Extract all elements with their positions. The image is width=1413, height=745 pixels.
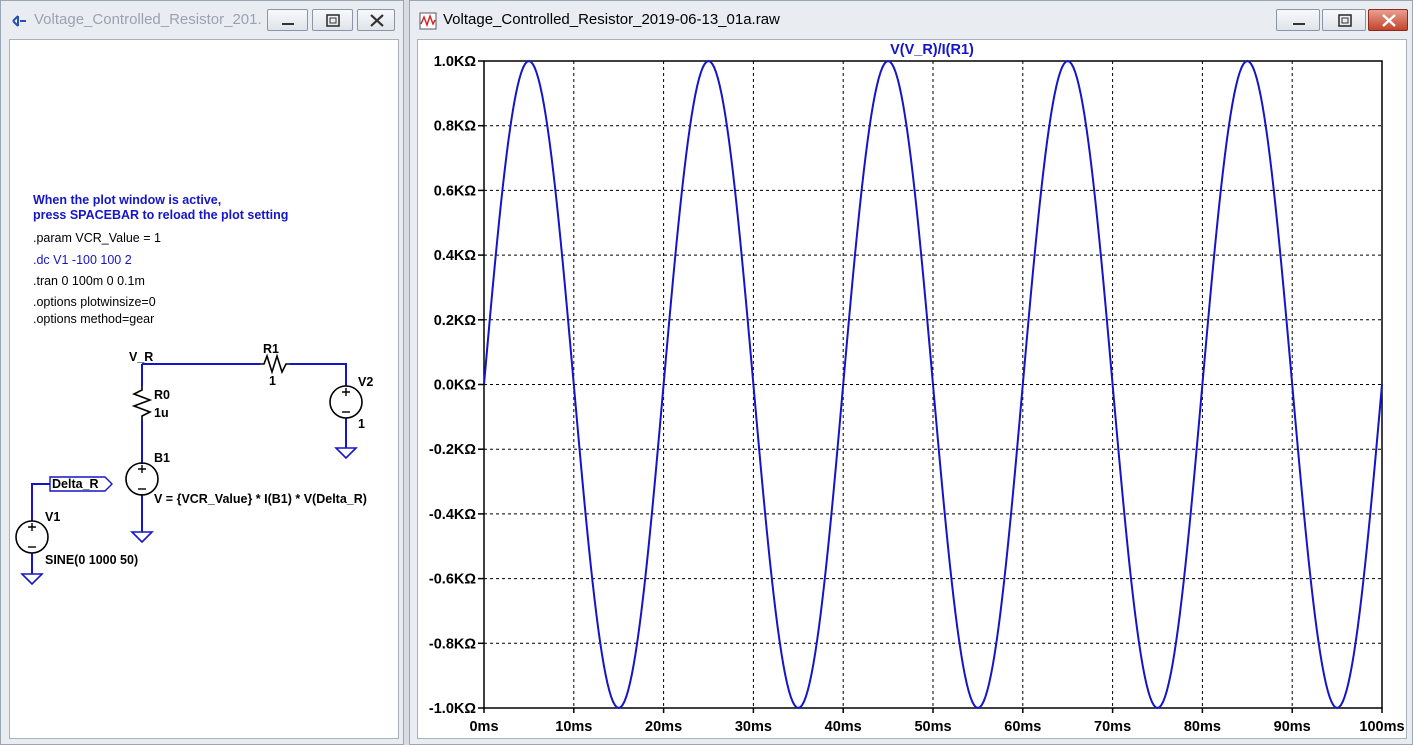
- close-icon: [1382, 14, 1396, 27]
- plot-window-title: Voltage_Controlled_Resistor_2019-06-13_0…: [443, 11, 780, 28]
- note-line-1: When the plot window is active,: [33, 193, 221, 207]
- schematic-canvas[interactable]: When the plot window is active, press SP…: [9, 39, 399, 739]
- minimize-button[interactable]: [267, 9, 308, 31]
- ltspice-schematic-icon: [12, 15, 26, 27]
- param-directive[interactable]: .param VCR_Value = 1: [33, 231, 161, 245]
- y-tick-label: -1.0KΩ: [429, 701, 476, 717]
- options-method-directive[interactable]: .options method=gear: [33, 312, 154, 326]
- plot-pane[interactable]: V(V_R)/I(R1) 1.0KΩ 0.8KΩ 0.6KΩ 0.4KΩ 0.2KΩ 0.…: [417, 39, 1407, 739]
- wires: [31, 363, 347, 574]
- y-tick-label: -0.2KΩ: [429, 442, 476, 458]
- voltage-source-v2[interactable]: [329, 385, 363, 419]
- v2-name: V2: [358, 375, 373, 389]
- x-tick-label: 30ms: [735, 719, 772, 735]
- y-tick-label: 0.4KΩ: [434, 248, 477, 264]
- y-tick-label: 0.6KΩ: [434, 183, 477, 199]
- x-tick-label: 70ms: [1094, 719, 1131, 735]
- x-tick-label: 100ms: [1359, 719, 1404, 735]
- note-line-2: press SPACEBAR to reload the plot settin…: [33, 208, 288, 222]
- net-label-delta-r: Delta_R: [52, 477, 99, 491]
- x-tick-label: 60ms: [1004, 719, 1041, 735]
- r0-name: R0: [154, 388, 170, 402]
- x-tick-label: 50ms: [914, 719, 951, 735]
- x-tick-label: 80ms: [1184, 719, 1221, 735]
- x-tick-label: 90ms: [1274, 719, 1311, 735]
- y-tick-label: -0.6KΩ: [429, 572, 476, 588]
- y-tick-label: 0.8KΩ: [434, 119, 477, 135]
- y-tick-label: -0.4KΩ: [429, 507, 476, 523]
- ground-icon: [334, 447, 358, 460]
- schematic-titlebar[interactable]: Voltage_Controlled_Resistor_201...: [1, 1, 403, 39]
- x-tick-label: 40ms: [825, 719, 862, 735]
- v1-name: V1: [45, 510, 60, 524]
- maximize-button[interactable]: [312, 9, 353, 31]
- options-plotwinsize-directive[interactable]: .options plotwinsize=0: [33, 295, 156, 309]
- plot-titlebar[interactable]: Voltage_Controlled_Resistor_2019-06-13_0…: [410, 1, 1412, 39]
- schematic-window-title: Voltage_Controlled_Resistor_201...: [34, 11, 262, 28]
- restore-icon: [326, 14, 340, 27]
- restore-icon: [1338, 14, 1352, 27]
- behavioral-source-b1[interactable]: [125, 462, 159, 496]
- minimize-button[interactable]: [1276, 9, 1320, 31]
- r1-value: 1: [269, 374, 276, 388]
- x-tick-label: 0ms: [469, 719, 498, 735]
- x-axis-ticks: 0ms 10ms 20ms 30ms 40ms 50ms 60ms 70ms 80ms 90ms 1…: [469, 708, 1405, 735]
- b1-name: B1: [154, 451, 170, 465]
- resistor-r1[interactable]: [260, 353, 290, 375]
- minimize-icon: [282, 23, 294, 25]
- close-button[interactable]: [357, 9, 395, 31]
- v2-value: 1: [358, 417, 365, 431]
- maximize-button[interactable]: [1322, 9, 1366, 31]
- net-label-vr[interactable]: V_R: [129, 350, 153, 364]
- close-button[interactable]: [1368, 9, 1408, 31]
- x-tick-label: 10ms: [555, 719, 592, 735]
- y-axis-ticks: 1.0KΩ 0.8KΩ 0.6KΩ 0.4KΩ 0.2KΩ 0.0KΩ -0.2KΩ -0.4…: [429, 54, 484, 717]
- b1-expression[interactable]: V = {VCR_Value} * I(B1) * V(Delta_R): [154, 492, 367, 506]
- resistor-r0[interactable]: [131, 386, 153, 420]
- dc-directive[interactable]: .dc V1 -100 100 2: [33, 253, 132, 267]
- minimize-icon: [1293, 23, 1305, 25]
- waveform-plot[interactable]: V(V_R)/I(R1) 1.0KΩ 0.8KΩ 0.6KΩ 0.4KΩ 0.2KΩ 0.…: [418, 40, 1406, 738]
- y-tick-label: 0.0KΩ: [434, 378, 477, 394]
- schematic-window: Voltage_Controlled_Resistor_201... When …: [0, 0, 404, 745]
- voltage-source-v1[interactable]: [15, 520, 49, 554]
- x-tick-label: 20ms: [645, 719, 682, 735]
- y-tick-label: -0.8KΩ: [429, 636, 476, 652]
- r0-value: 1u: [154, 406, 169, 420]
- close-icon: [370, 14, 384, 27]
- tran-directive[interactable]: .tran 0 100m 0 0.1m: [33, 274, 145, 288]
- y-tick-label: 1.0KΩ: [434, 54, 477, 70]
- r1-name: R1: [263, 342, 279, 356]
- ground-icon: [20, 573, 44, 586]
- y-tick-label: 0.2KΩ: [434, 313, 477, 329]
- ground-icon: [130, 531, 154, 544]
- waveform-icon: [419, 12, 437, 30]
- chart-title[interactable]: V(V_R)/I(R1): [890, 42, 974, 58]
- plot-window: Voltage_Controlled_Resistor_2019-06-13_0…: [409, 0, 1413, 745]
- v1-value: SINE(0 1000 50): [45, 553, 138, 567]
